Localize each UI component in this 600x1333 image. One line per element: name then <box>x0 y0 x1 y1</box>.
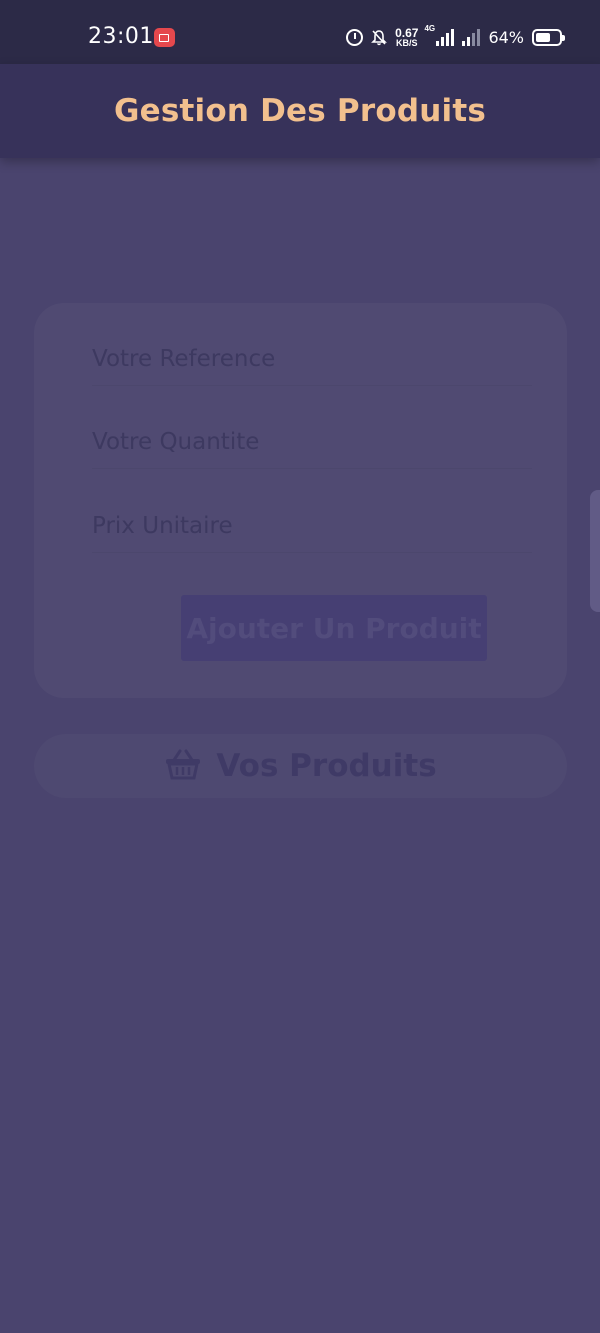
quantity-input[interactable] <box>92 422 532 462</box>
status-bar: 23:01 0.67 KB/S 4G 64% <box>0 0 600 64</box>
network-speed-unit: KB/S <box>396 37 418 48</box>
app-bar: Gestion Des Produits <box>0 64 600 158</box>
your-products-button[interactable]: Vos Produits <box>34 734 567 798</box>
status-time: 23:01 <box>88 24 154 49</box>
add-product-button[interactable]: Ajouter Un Produit <box>181 595 487 661</box>
your-products-label: Vos Produits <box>216 748 437 784</box>
unit-price-underline <box>92 552 532 553</box>
bell-off-icon <box>371 29 388 46</box>
reference-input[interactable] <box>92 339 532 379</box>
network-speed-value: 0.67 <box>395 25 419 40</box>
network-speed: 0.67 KB/S <box>395 27 418 48</box>
battery-fill <box>536 32 551 42</box>
quantity-underline <box>92 468 532 469</box>
network-type-label: 4G <box>424 24 436 33</box>
page-title: Gestion Des Produits <box>114 93 486 129</box>
battery-percent: 64% <box>488 27 524 47</box>
product-form-card: Ajouter Un Produit <box>34 303 567 698</box>
status-icons: 0.67 KB/S 4G 64% <box>346 22 565 52</box>
screen-record-icon <box>154 28 175 47</box>
reference-underline <box>92 385 532 386</box>
unit-price-input[interactable] <box>92 506 532 546</box>
alarm-icon <box>346 28 364 46</box>
signal-4g-icon: 4G <box>424 24 455 46</box>
signal-icon <box>462 28 481 46</box>
basket-icon <box>164 747 202 786</box>
scroll-indicator[interactable] <box>590 490 600 612</box>
battery-icon <box>532 28 565 46</box>
